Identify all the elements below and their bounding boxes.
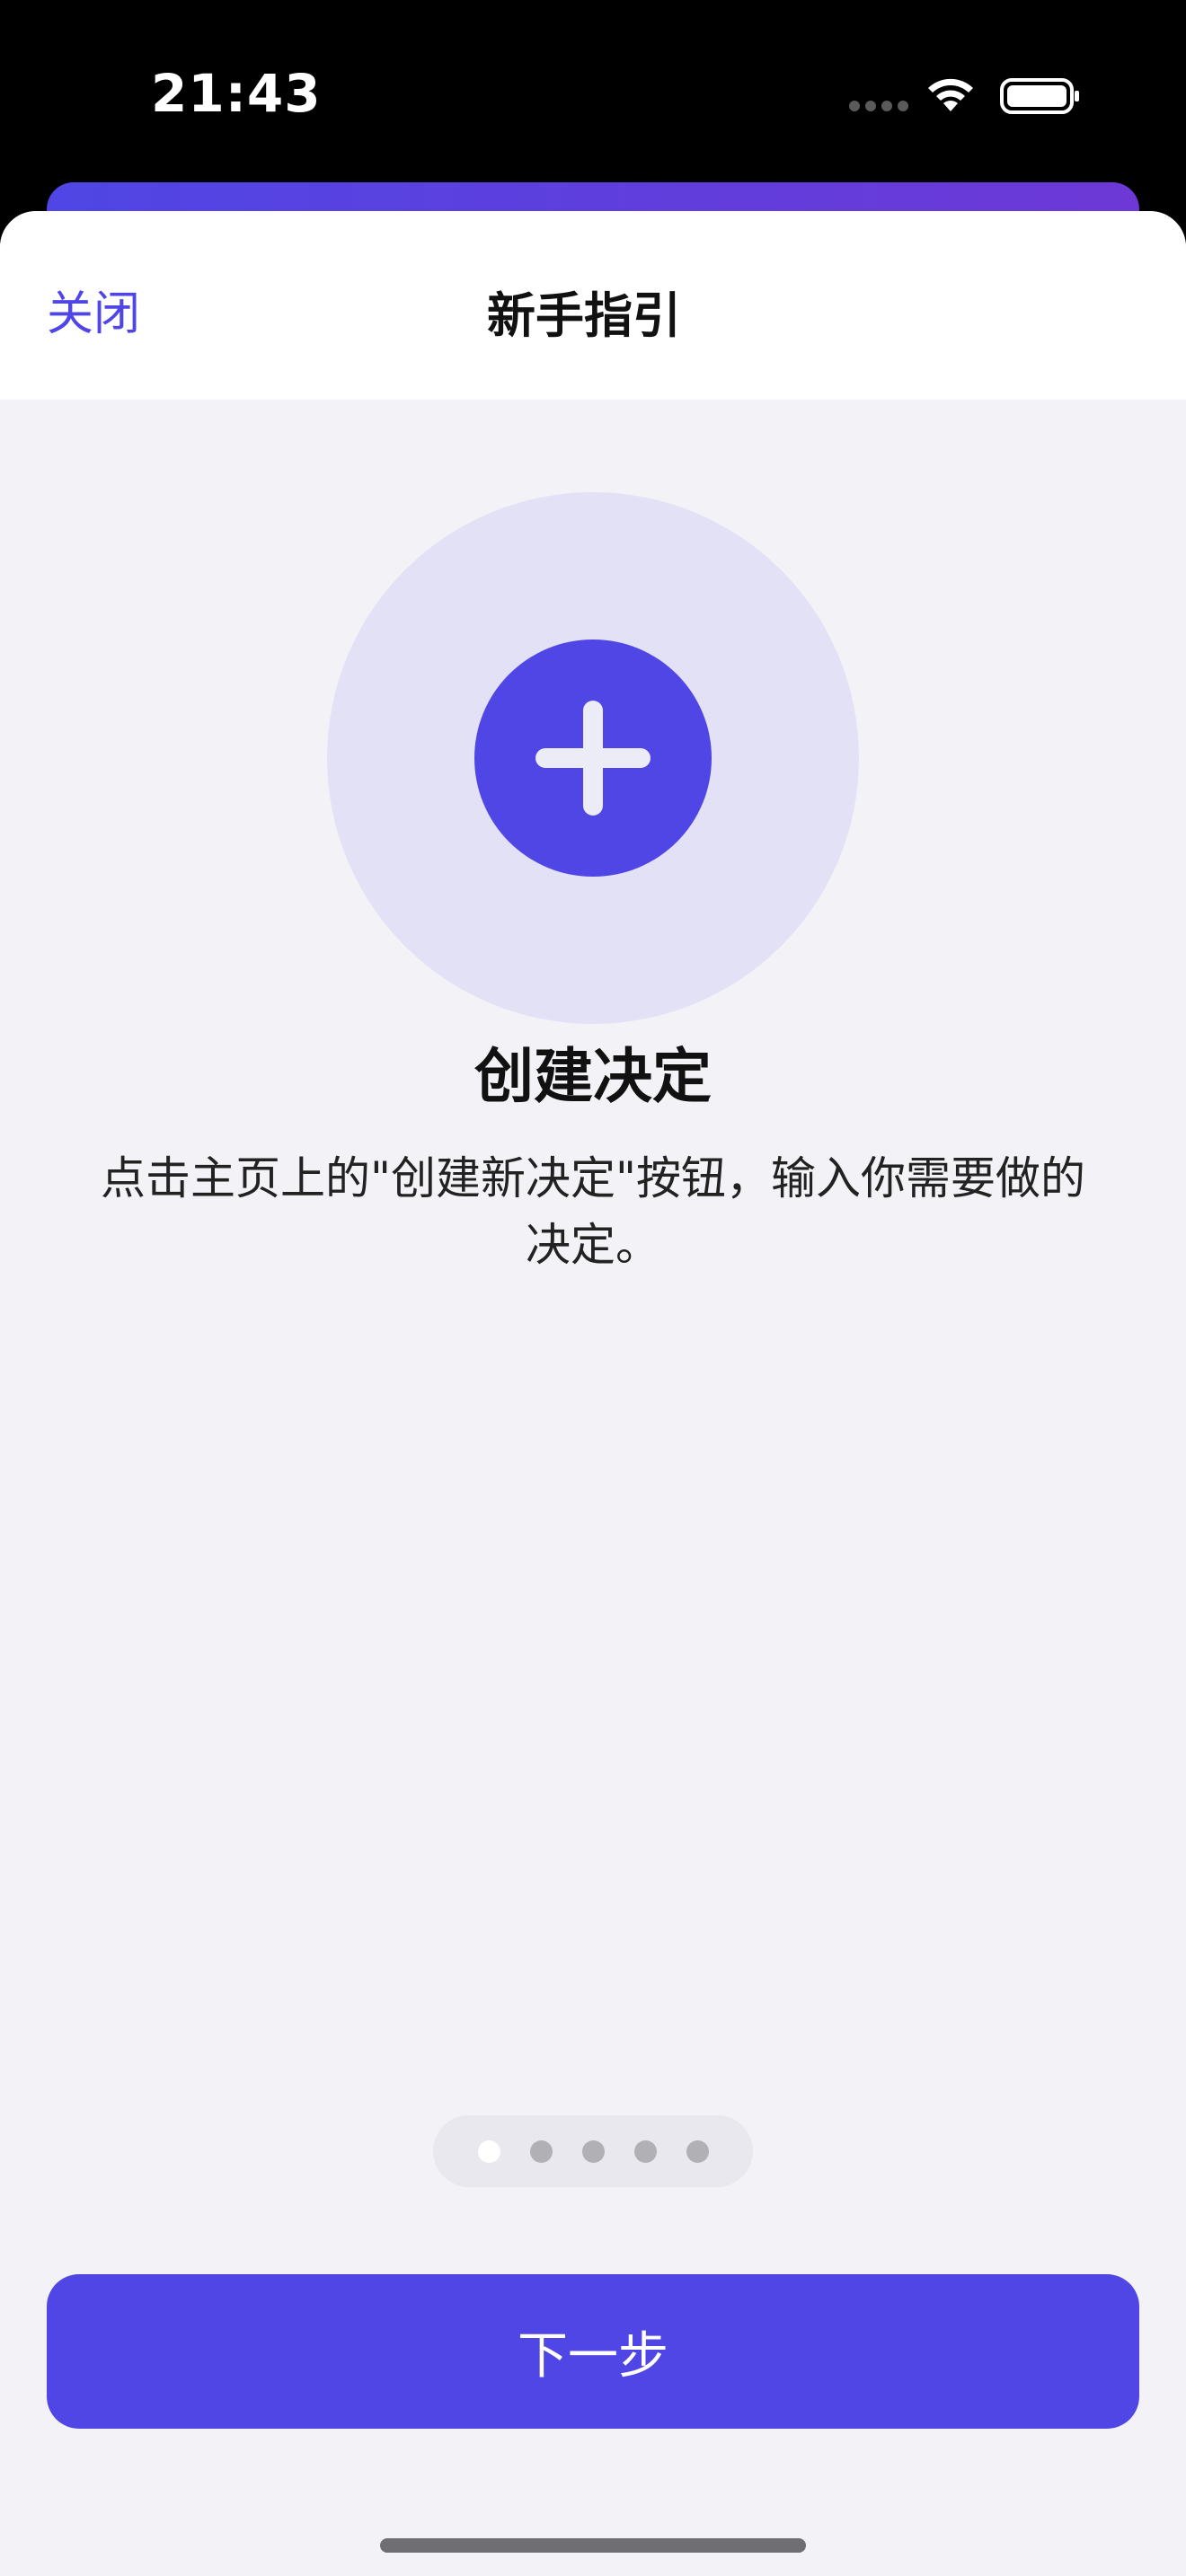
next-button[interactable]: 下一步: [47, 2274, 1139, 2429]
onboarding-sheet: 关闭 新手指引 创建决定 点击主页上的"创建新决定"按钮，输入你需要做的决定。 …: [0, 211, 1186, 2576]
status-time: 21:43: [151, 63, 322, 124]
page-dot-1[interactable]: [477, 2139, 500, 2163]
battery-icon: [1000, 78, 1079, 114]
home-indicator[interactable]: [380, 2538, 806, 2553]
hero-illustration: [327, 492, 859, 1024]
page-dot-4[interactable]: [633, 2139, 657, 2163]
page-dot-5[interactable]: [686, 2139, 709, 2163]
page-dot-3[interactable]: [581, 2139, 605, 2163]
page-dot-2[interactable]: [529, 2139, 553, 2163]
step-description: 点击主页上的"创建新决定"按钮，输入你需要做的决定。: [101, 1152, 1085, 1271]
hero-circle: [474, 640, 712, 877]
step-title: 创建决定: [474, 1042, 712, 1111]
status-bar: 21:43: [0, 0, 1186, 189]
screen: 21:43 关闭 新手指引 创建决定 点击主页上的"创建新决定"按钮，输入你需要…: [0, 0, 1186, 2576]
cellular-signal-icon: [849, 101, 908, 111]
page-title: 新手指引: [487, 287, 681, 344]
nav-bar: 关闭 新手指引: [0, 211, 1186, 400]
wifi-icon: [928, 78, 973, 111]
page-indicator[interactable]: [433, 2115, 753, 2187]
plus-icon: [535, 701, 651, 816]
